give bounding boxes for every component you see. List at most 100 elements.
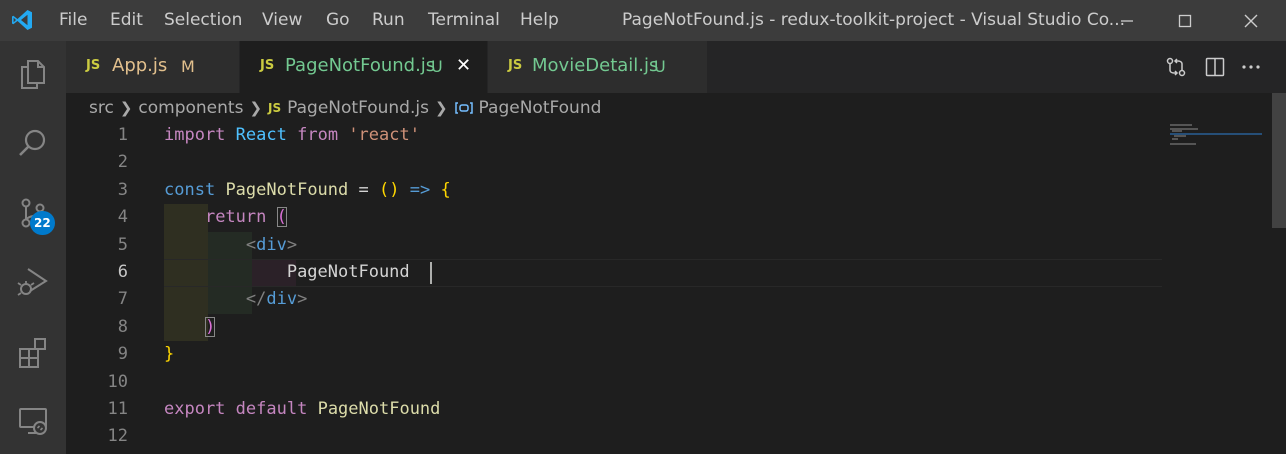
breadcrumb-item-src[interactable]: src: [89, 98, 114, 118]
more-actions-button[interactable]: [1237, 53, 1265, 81]
tag-punctuation: </: [245, 289, 267, 310]
operator: =: [358, 179, 369, 200]
line-number: 9: [117, 344, 128, 365]
string-literal: 'react': [348, 125, 420, 145]
line-number: 2: [117, 152, 128, 173]
keyword: return: [204, 207, 267, 228]
minimap-line: [1172, 130, 1182, 132]
tab-close-button[interactable]: ✕: [456, 55, 471, 76]
text-cursor: [430, 262, 432, 284]
bracket: {: [440, 179, 451, 200]
line-number: 3: [117, 179, 128, 200]
breadcrumb: src ❯ components ❯ JS PageNotFound.js ❯ …: [89, 95, 601, 121]
code-line: 11 export default PageNotFound: [66, 396, 1262, 423]
minimize-icon: [1121, 19, 1133, 22]
compare-changes-icon: [1166, 57, 1186, 77]
remote-explorer-button[interactable]: [0, 391, 66, 451]
menu-file[interactable]: File: [59, 0, 87, 41]
js-file-icon: JS: [260, 58, 275, 73]
title-bar: File Edit Selection View Go Run Terminal…: [0, 0, 1286, 41]
breadcrumb-item-symbol[interactable]: PageNotFound: [479, 98, 602, 118]
explorer-icon: [21, 60, 45, 89]
breadcrumb-item-components[interactable]: components: [138, 98, 243, 118]
maximize-icon: [1178, 14, 1192, 27]
code-line: 7 </div>: [66, 286, 1262, 313]
breadcrumb-item-file[interactable]: PageNotFound.js: [287, 98, 429, 118]
bracket: (: [276, 207, 287, 228]
code-line: 1 import React from 'react': [66, 122, 1262, 149]
split-editor-button[interactable]: [1201, 53, 1229, 81]
scrollbar-thumb[interactable]: [1272, 93, 1286, 228]
untracked-indicator: U: [654, 57, 666, 76]
code-line: 4 return (: [66, 204, 1262, 231]
code-line: 6 PageNotFound: [66, 259, 1262, 286]
code-editor[interactable]: 1 import React from 'react' 2 3 const Pa…: [66, 122, 1262, 454]
untracked-indicator: U: [431, 57, 443, 76]
tab-label: MovieDetail.js: [532, 55, 659, 76]
close-icon: [1244, 14, 1258, 27]
extensions-icon: [19, 338, 46, 368]
bracket: ): [204, 316, 216, 337]
chevron-right-icon: ❯: [249, 99, 263, 117]
menu-go[interactable]: Go: [326, 0, 350, 41]
js-file-icon: JS: [268, 101, 282, 115]
tab-label: App.js: [112, 55, 168, 76]
minimap[interactable]: [1168, 122, 1268, 152]
menu-run[interactable]: Run: [372, 0, 405, 41]
jsx-tag: div: [256, 234, 287, 255]
extensions-button[interactable]: [0, 322, 66, 382]
minimize-button[interactable]: [1098, 0, 1156, 41]
symbol-variable-icon: [454, 102, 473, 114]
line-number: 7: [117, 289, 128, 310]
open-changes-button[interactable]: [1162, 53, 1190, 81]
code-line: 8 ): [66, 314, 1262, 341]
keyword: export: [164, 399, 226, 419]
menu-selection[interactable]: Selection: [164, 0, 242, 41]
menu-view[interactable]: View: [262, 0, 302, 41]
tag-punctuation: >: [297, 289, 308, 310]
maximize-button[interactable]: [1156, 0, 1214, 41]
run-debug-icon: [17, 268, 48, 296]
keyword: from: [297, 125, 339, 145]
line-number: 10: [107, 371, 128, 392]
keyword: const: [164, 179, 216, 200]
jsx-text: PageNotFound: [286, 262, 410, 282]
editor-tab-bar: JS App.js M JS PageNotFound.js U ✕ JS Mo…: [66, 41, 1286, 93]
js-file-icon: JS: [86, 58, 101, 73]
minimap-line: [1174, 135, 1186, 137]
jsx-tag: div: [266, 289, 298, 310]
scm-changes-badge: 22: [30, 211, 55, 235]
code-line: 12: [66, 423, 1262, 450]
source-control-button[interactable]: 22: [0, 183, 66, 243]
code-line: 10: [66, 369, 1262, 396]
code-line: 9 }: [66, 341, 1262, 368]
menu-edit[interactable]: Edit: [110, 0, 143, 41]
operator: =>: [409, 179, 431, 200]
menu-help[interactable]: Help: [520, 0, 559, 41]
modified-indicator: M: [181, 57, 195, 76]
code-line: 3 const PageNotFound = () => {: [66, 177, 1262, 204]
tab-movie-detail-js[interactable]: JS MovieDetail.js U: [488, 41, 708, 93]
close-window-button[interactable]: [1222, 0, 1280, 41]
menu-terminal[interactable]: Terminal: [428, 0, 500, 41]
keyword: default: [235, 399, 308, 419]
line-number: 4: [117, 207, 128, 228]
run-debug-button[interactable]: [0, 252, 66, 312]
tab-page-not-found-js[interactable]: JS PageNotFound.js U ✕: [240, 41, 488, 93]
line-number: 5: [117, 234, 128, 255]
search-button[interactable]: [0, 113, 66, 173]
minimap-line: [1170, 124, 1192, 126]
split-editor-icon: [1205, 57, 1225, 77]
line-number: 11: [107, 399, 128, 419]
line-number: 8: [117, 316, 128, 337]
identifier: PageNotFound: [225, 179, 349, 200]
bracket: (): [379, 179, 400, 200]
tab-app-js[interactable]: JS App.js M: [66, 41, 240, 93]
chevron-right-icon: ❯: [119, 99, 133, 117]
code-line: 2: [66, 149, 1262, 176]
code-line: 5 <div>: [66, 232, 1262, 259]
minimap-line: [1170, 143, 1196, 145]
identifier: PageNotFound: [317, 399, 441, 419]
identifier: React: [235, 125, 287, 145]
explorer-button[interactable]: [0, 44, 66, 104]
